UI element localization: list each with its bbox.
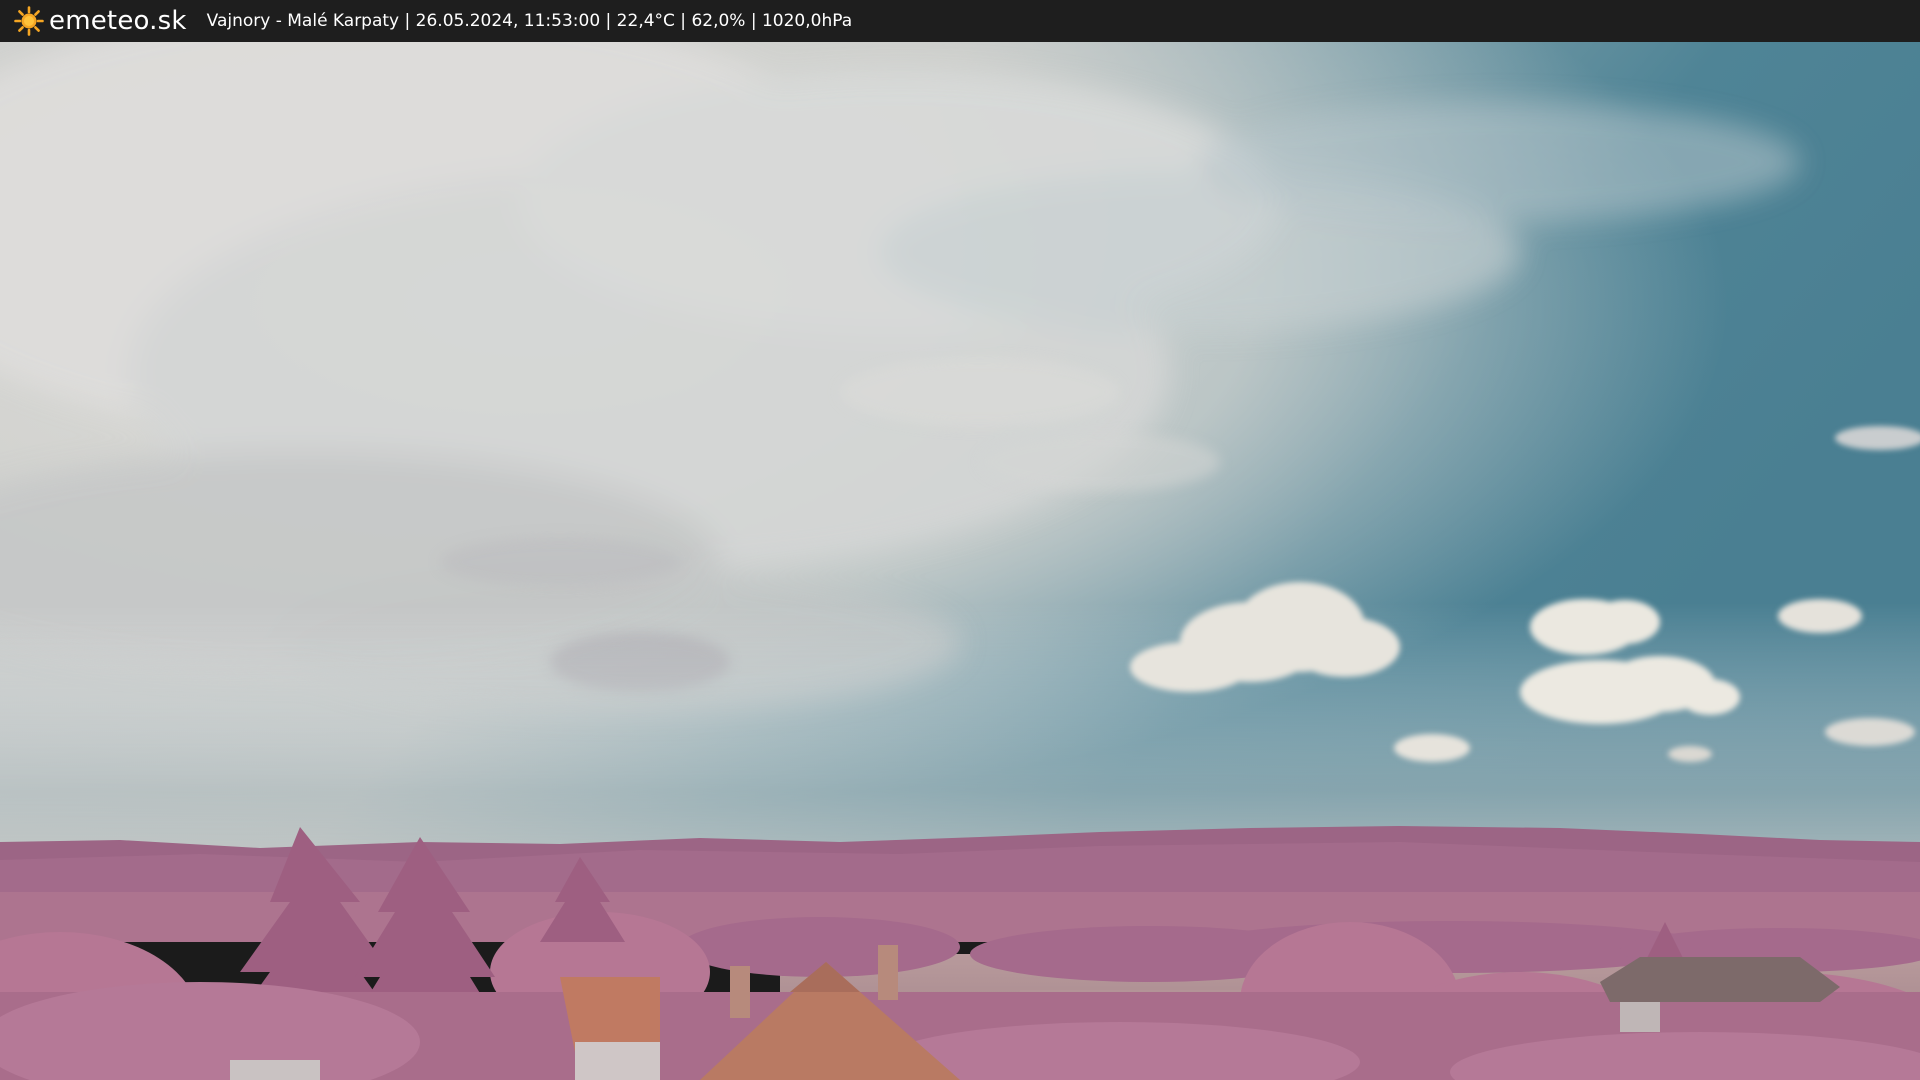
webcam-frame: emeteo.sk Vajnory - Malé Karpaty | 26.05… [0, 0, 1920, 1080]
station-caption: Vajnory - Malé Karpaty | 26.05.2024, 11:… [206, 11, 853, 31]
webcam-image [0, 42, 1920, 1080]
brand-name: emeteo.sk [49, 6, 187, 36]
header-bar: emeteo.sk Vajnory - Malé Karpaty | 26.05… [0, 0, 1920, 42]
brand-logo[interactable]: emeteo.sk [14, 0, 187, 42]
sun-icon [14, 6, 44, 36]
